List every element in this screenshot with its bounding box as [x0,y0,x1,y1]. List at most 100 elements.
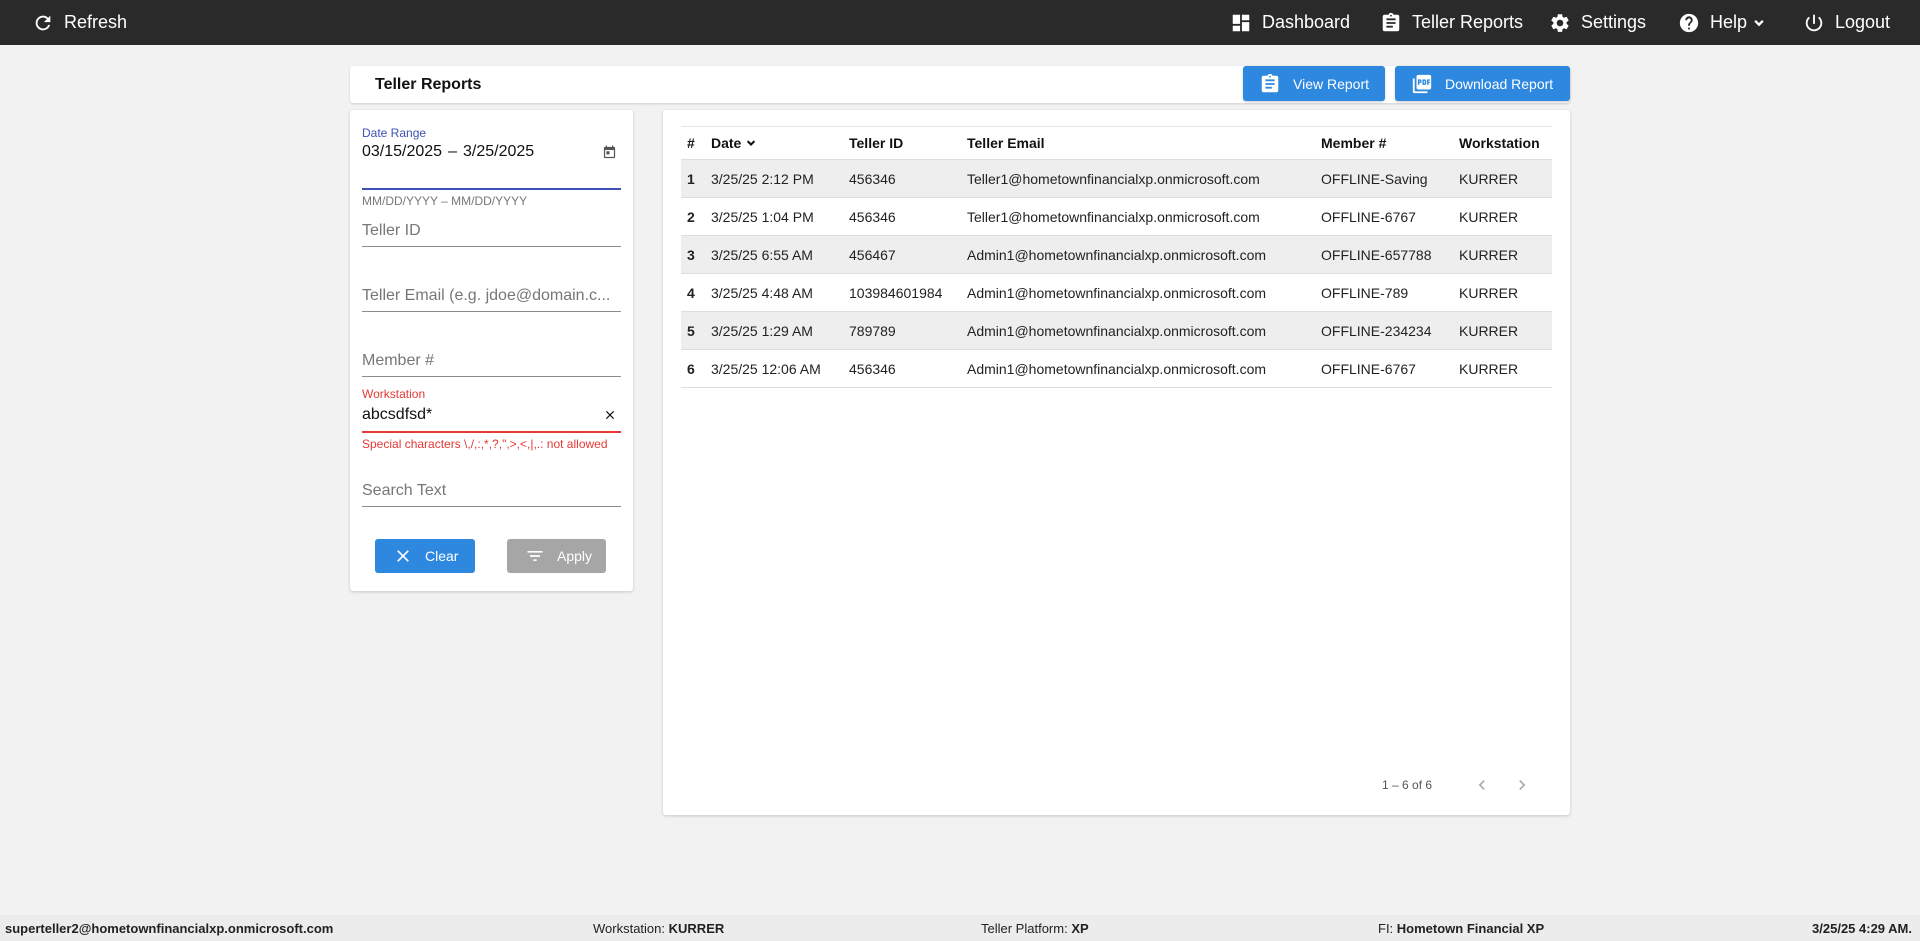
previous-page-button[interactable] [1470,773,1494,797]
clipboard-icon [1382,12,1400,31]
apply-button[interactable]: Apply [507,539,606,573]
table-row[interactable]: 2 3/25/25 1:04 PM 456346 Teller1@hometow… [681,197,1552,236]
view-report-label: View Report [1293,75,1370,92]
table-row[interactable]: 3 3/25/25 6:55 AM 456467 Admin1@hometown… [681,235,1552,274]
search-text-field[interactable]: Search Text [362,469,621,509]
chevron-left-icon [1478,780,1485,790]
teller-id-field[interactable]: Teller ID [362,209,621,249]
status-fi: FI: Hometown Financial XP [1378,915,1544,941]
row-date: 3/25/25 6:55 AM [705,235,843,274]
status-bar: superteller2@hometownfinancialxp.onmicro… [0,915,1920,941]
teller-email-input[interactable]: Teller Email (e.g. jdoe@domain.c... [362,284,621,308]
date-start-input[interactable]: 03/15/2025 [362,143,442,161]
date-end-input[interactable]: 3/25/2025 [463,143,534,161]
paginator: 1 – 6 of 6 [663,770,1570,800]
nav-teller-reports-label: Teller Reports [1412,12,1524,32]
view-report-button[interactable]: View Report [1243,66,1385,101]
close-icon[interactable] [603,408,617,422]
status-fi-value: Hometown Financial XP [1396,920,1545,936]
row-teller-id: 789789 [843,311,961,350]
date-range-field[interactable]: Date Range 03/15/2025 – 3/25/2025 MM/DD/… [362,126,621,208]
row-email: Teller1@hometownfinancialxp.onmicrosoft.… [961,159,1315,198]
row-number: 5 [681,311,705,350]
status-platform-value: XP [1071,920,1089,936]
chevron-right-icon [1519,780,1526,790]
row-number: 6 [681,349,705,388]
refresh-label: Refresh [64,12,128,32]
row-number: 1 [681,159,705,198]
row-email: Admin1@hometownfinancialxp.onmicrosoft.c… [961,311,1315,350]
filter-icon [527,551,543,561]
paginator-range: 1 – 6 of 6 [1382,778,1433,792]
next-page-button[interactable] [1510,773,1534,797]
workstation-field[interactable]: Workstation abcsdfsd* Special characters… [362,387,621,457]
row-number: 4 [681,273,705,312]
table-row[interactable]: 5 3/25/25 1:29 AM 789789 Admin1@hometown… [681,311,1552,350]
teller-email-field[interactable]: Teller Email (e.g. jdoe@domain.c... [362,274,621,314]
search-text-input[interactable]: Search Text [362,479,621,503]
nav-logout[interactable]: Logout [1803,0,1890,45]
row-email: Admin1@hometownfinancialxp.onmicrosoft.c… [961,235,1315,274]
col-member[interactable]: Member # [1315,126,1453,160]
col-date-label: Date [711,135,742,151]
row-date: 3/25/25 1:04 PM [705,197,843,236]
nav-dashboard[interactable]: Dashboard [1230,0,1350,45]
member-field[interactable]: Member # [362,339,621,379]
power-icon [1805,14,1823,31]
teller-email-underline [362,311,621,312]
table-row[interactable]: 4 3/25/25 4:48 AM 103984601984 Admin1@ho… [681,273,1552,312]
col-date[interactable]: Date [705,126,843,160]
results-table: # Date Teller ID Teller Email Member # W… [681,126,1552,388]
workstation-error: Special characters \,/,:,*,?,",>,<,|,.: … [362,437,608,451]
date-range-label: Date Range [362,126,427,140]
date-range-underline [362,188,621,190]
calendar-icon[interactable] [602,145,617,160]
row-date: 3/25/25 12:06 AM [705,349,843,388]
nav-settings[interactable]: Settings [1549,0,1646,45]
member-input[interactable]: Member # [362,349,621,373]
table-row[interactable]: 1 3/25/25 2:12 PM 456346 Teller1@hometow… [681,159,1552,198]
workstation-underline [362,431,621,433]
clear-button[interactable]: Clear [375,539,475,573]
workstation-input[interactable]: abcsdfsd* [362,403,621,427]
row-date: 3/25/25 4:48 AM [705,273,843,312]
col-number: # [681,126,705,160]
date-range-input[interactable]: 03/15/2025 – 3/25/2025 [362,140,621,164]
member-underline [362,376,621,377]
refresh-button[interactable]: Refresh [32,0,127,45]
col-teller-email[interactable]: Teller Email [961,126,1315,160]
page-title: Teller Reports [375,75,482,93]
row-number: 3 [681,235,705,274]
status-user-email: superteller2@hometownfinancialxp.onmicro… [5,920,334,936]
teller-id-input[interactable]: Teller ID [362,219,621,243]
results-table-card: # Date Teller ID Teller Email Member # W… [663,110,1570,815]
nav-logout-label: Logout [1835,12,1891,32]
table-row[interactable]: 6 3/25/25 12:06 AM 456346 Admin1@hometow… [681,349,1552,388]
download-report-button[interactable]: Download Report [1395,66,1570,101]
status-user: superteller2@hometownfinancialxp.onmicro… [5,915,333,941]
row-workstation: KURRER [1453,235,1552,274]
col-teller-id[interactable]: Teller ID [843,126,961,160]
sort-down-icon[interactable] [744,136,758,150]
row-workstation: KURRER [1453,311,1552,350]
refresh-icon [35,15,51,30]
row-teller-id: 456346 [843,349,961,388]
apply-label: Apply [557,548,593,564]
top-nav-bar: Refresh Dashboard Teller Reports Setting… [0,0,1920,45]
close-icon [397,550,409,562]
col-workstation[interactable]: Workstation [1453,126,1552,160]
row-member: OFFLINE-6767 [1315,197,1453,236]
table-header-row: # Date Teller ID Teller Email Member # W… [681,126,1552,160]
nav-help-label: Help [1710,12,1748,32]
nav-help[interactable]: Help [1678,0,1767,45]
row-member: OFFLINE-789 [1315,273,1453,312]
gear-icon [1551,13,1569,32]
teller-id-underline [362,246,621,247]
nav-teller-reports[interactable]: Teller Reports [1380,0,1523,45]
status-platform-label: Teller Platform: [981,920,1068,936]
row-number: 2 [681,197,705,236]
row-workstation: KURRER [1453,273,1552,312]
row-teller-id: 456467 [843,235,961,274]
status-platform: Teller Platform: XP [981,915,1089,941]
status-workstation-label: Workstation: [593,920,666,936]
